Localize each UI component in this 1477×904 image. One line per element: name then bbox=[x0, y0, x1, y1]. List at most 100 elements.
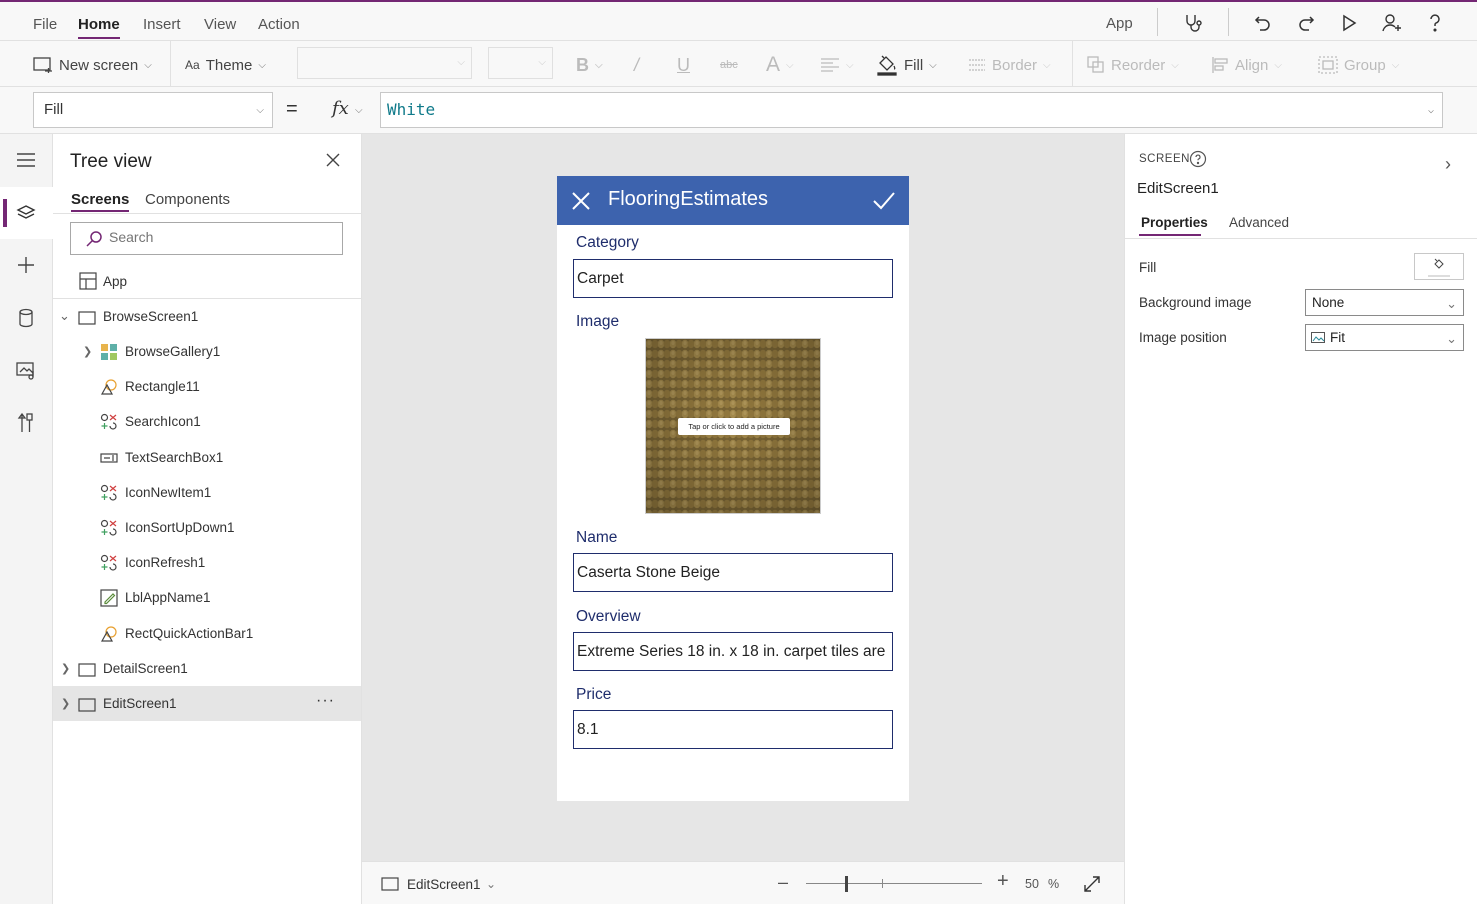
tree-item-textsearchbox1[interactable]: TextSearchBox1 bbox=[53, 440, 361, 475]
section-type-label: SCREEN bbox=[1139, 153, 1190, 165]
redo-icon[interactable] bbox=[1293, 10, 1319, 36]
font-size-button[interactable]: A ⌵ bbox=[766, 53, 794, 76]
font-size-dropdown[interactable]: ⌵ bbox=[488, 47, 553, 79]
property-dropdown[interactable]: Fill ⌵ bbox=[33, 92, 273, 128]
formula-input[interactable]: White ⌵ bbox=[380, 92, 1443, 128]
background-image-dropdown[interactable]: None ⌄ bbox=[1305, 289, 1464, 316]
expand-formula-icon[interactable]: ⌵ bbox=[1428, 105, 1434, 116]
tab-advanced[interactable]: Advanced bbox=[1229, 215, 1289, 230]
carpet-image[interactable]: Tap or click to add a picture bbox=[645, 338, 821, 514]
group-button[interactable]: Group ⌵ bbox=[1318, 54, 1399, 76]
tree-item-lblappname1[interactable]: LblAppName1 bbox=[53, 580, 361, 615]
bold-button[interactable]: B ⌵ bbox=[576, 54, 603, 76]
zoom-slider[interactable] bbox=[806, 876, 982, 892]
screen-icon bbox=[78, 663, 96, 677]
data-cylinder-icon[interactable] bbox=[13, 305, 39, 331]
overview-input[interactable]: Extreme Series 18 in. x 18 in. carpet ti… bbox=[573, 632, 893, 671]
name-label: Name bbox=[576, 529, 618, 546]
menu-view[interactable]: View bbox=[204, 16, 236, 33]
share-user-icon[interactable] bbox=[1378, 10, 1404, 36]
tree-item-app[interactable]: App bbox=[53, 264, 361, 299]
menu-insert[interactable]: Insert bbox=[143, 16, 181, 33]
paint-bucket-icon bbox=[1434, 258, 1444, 269]
tree-item-rectquickactionbar1[interactable]: RectQuickActionBar1 bbox=[53, 616, 361, 651]
tree-item-iconsortupdown1[interactable]: IconSortUpDown1 bbox=[53, 510, 361, 545]
strikethrough-button[interactable]: abc bbox=[720, 54, 738, 76]
tools-icon[interactable] bbox=[13, 410, 39, 436]
border-button[interactable]: Border ⌵ bbox=[968, 54, 1051, 76]
tree-item-label: Rectangle11 bbox=[125, 379, 200, 394]
tab-properties[interactable]: Properties bbox=[1141, 215, 1208, 230]
help-circle-icon[interactable] bbox=[1189, 150, 1207, 168]
underline-button[interactable]: U bbox=[677, 54, 690, 76]
italic-button[interactable]: / bbox=[634, 54, 639, 76]
menu-home[interactable]: Home bbox=[78, 16, 120, 39]
theme-button[interactable]: Aa Theme ⌵ bbox=[185, 54, 266, 76]
app-checker-label[interactable]: App bbox=[1106, 15, 1133, 32]
formula-bar: Fill ⌵ = fx ⌵ White ⌵ bbox=[0, 87, 1477, 134]
text-align-button[interactable]: ⌵ bbox=[820, 54, 854, 76]
category-label: Category bbox=[576, 234, 639, 251]
media-icon[interactable] bbox=[13, 358, 39, 384]
chevron-right-icon[interactable]: › bbox=[1445, 154, 1451, 175]
close-icon[interactable] bbox=[325, 152, 343, 170]
screen-icon bbox=[78, 311, 96, 325]
font-family-dropdown[interactable]: ⌵ bbox=[297, 47, 472, 79]
search-field[interactable] bbox=[70, 222, 343, 255]
zoom-in-icon[interactable]: + bbox=[997, 870, 1009, 893]
zoom-out-icon[interactable]: – bbox=[778, 872, 788, 893]
undo-icon[interactable] bbox=[1250, 10, 1276, 36]
reorder-button[interactable]: Reorder ⌵ bbox=[1087, 54, 1179, 76]
search-input[interactable] bbox=[109, 229, 329, 245]
menu-action[interactable]: Action bbox=[258, 16, 300, 33]
name-input[interactable]: Caserta Stone Beige bbox=[573, 553, 893, 592]
tree-item-rectangle11[interactable]: Rectangle11 bbox=[53, 369, 361, 404]
chevron-right-icon[interactable]: ❯ bbox=[61, 697, 70, 710]
menu-file[interactable]: File bbox=[33, 16, 57, 33]
fit-to-window-icon[interactable] bbox=[1084, 876, 1100, 892]
close-icon[interactable] bbox=[572, 192, 590, 210]
zoom-percent-value: 50 bbox=[1025, 877, 1039, 891]
tree-item-iconrefresh1[interactable]: IconRefresh1 bbox=[53, 545, 361, 580]
tab-components[interactable]: Components bbox=[145, 191, 230, 208]
chevron-down-icon: ⌵ bbox=[256, 105, 264, 116]
design-canvas[interactable]: FlooringEstimates Category Carpet Image bbox=[362, 134, 1124, 861]
rail-tree-view-tab[interactable] bbox=[0, 187, 53, 239]
app-header-bar: FlooringEstimates bbox=[557, 176, 909, 225]
chevron-right-icon[interactable]: ❯ bbox=[83, 345, 92, 358]
app-screen-preview[interactable]: FlooringEstimates Category Carpet Image bbox=[557, 176, 909, 801]
chevron-down-icon[interactable]: ⌄ bbox=[486, 877, 496, 891]
help-icon[interactable] bbox=[1422, 10, 1448, 36]
new-screen-label: New screen bbox=[59, 56, 139, 74]
zoom-slider-thumb[interactable] bbox=[845, 876, 848, 892]
tree-item-editscreen1[interactable]: ❯ EditScreen1 ··· bbox=[53, 686, 361, 721]
formula-value: White bbox=[387, 100, 436, 119]
play-icon[interactable] bbox=[1336, 10, 1362, 36]
align-button[interactable]: Align ⌵ bbox=[1211, 54, 1282, 76]
tree-item-searchicon1[interactable]: SearchIcon1 bbox=[53, 404, 361, 439]
hamburger-menu-icon[interactable] bbox=[13, 147, 39, 173]
fill-button[interactable]: Fill ⌵ bbox=[876, 54, 937, 76]
strikethrough-label: abc bbox=[720, 59, 738, 71]
tree-item-detailscreen1[interactable]: ❯ DetailScreen1 bbox=[53, 651, 361, 686]
bold-label: B bbox=[576, 54, 589, 75]
chevron-right-icon[interactable]: ❯ bbox=[61, 662, 70, 675]
chevron-down-icon[interactable]: ⌄ bbox=[59, 308, 70, 324]
tree-item-iconnewitem1[interactable]: IconNewItem1 bbox=[53, 475, 361, 510]
checkmark-icon[interactable] bbox=[873, 192, 895, 210]
image-position-label: Image position bbox=[1139, 330, 1227, 345]
category-input[interactable]: Carpet bbox=[573, 259, 893, 298]
new-screen-button[interactable]: New screen ⌵ bbox=[33, 54, 152, 76]
tab-screens[interactable]: Screens bbox=[71, 191, 130, 212]
stethoscope-icon[interactable] bbox=[1180, 10, 1206, 36]
tree-item-browsegallery1[interactable]: ❯ BrowseGallery1 bbox=[53, 334, 361, 369]
price-input[interactable]: 8.1 bbox=[573, 710, 893, 749]
image-position-dropdown[interactable]: Fit ⌄ bbox=[1305, 324, 1464, 351]
fill-color-picker[interactable] bbox=[1414, 253, 1464, 280]
image-position-value: Fit bbox=[1330, 330, 1345, 345]
tree-item-browsescreen1[interactable]: ⌄ BrowseScreen1 bbox=[53, 299, 361, 334]
insert-plus-icon[interactable] bbox=[13, 252, 39, 278]
more-options-icon[interactable]: ··· bbox=[316, 692, 335, 710]
current-screen-label[interactable]: EditScreen1 bbox=[407, 877, 481, 892]
tree-item-label: BrowseGallery1 bbox=[125, 344, 221, 359]
